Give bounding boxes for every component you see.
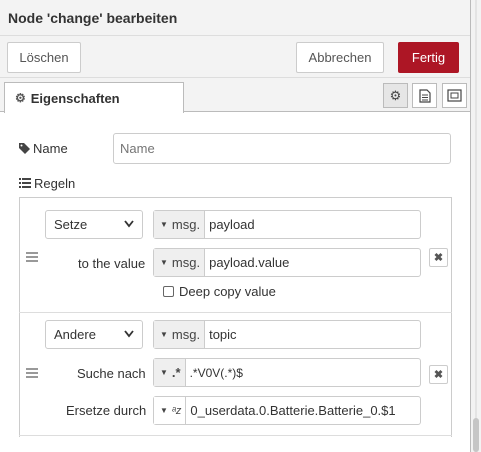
rule-1-value-label: to the value [78,256,146,271]
rule-2-search-type: .* [171,365,181,380]
caret-down-icon: ▼ [160,406,168,415]
rule-1-target-type: msg. [171,217,201,232]
caret-down-icon: ▼ [160,220,168,229]
gear-icon: ⚙ [389,87,402,103]
close-icon: ✖ [433,369,444,381]
rule-1-delete-button[interactable]: ✖ [429,248,448,267]
rule-2-action-select[interactable]: Andere [45,320,143,349]
rule-2-target-type: msg. [171,327,201,342]
tray-toolbar: Löschen Abbrechen Fertig [0,36,470,78]
rule-2-target-value: topic [209,327,237,342]
description-icon [418,88,431,103]
tab-properties[interactable]: ⚙ Eigenschaften [4,82,184,113]
rule-2-target-input[interactable]: ▼ msg. topic [153,320,421,349]
rule-2-replace-type-button[interactable]: ▼ ᵃz [154,397,187,424]
rule-1-deep-copy-label: Deep copy value [179,284,276,299]
rule-2-search-input[interactable]: ▼ .* .*V0V(.*)$ [153,358,421,387]
chevron-down-icon [124,330,134,338]
tab-properties-label: Eigenschaften [30,90,120,106]
rule-2-search-value: .*V0V(.*)$ [189,365,243,380]
done-button[interactable]: Fertig [398,42,459,73]
rule-1-value-type-button[interactable]: ▼ msg. [154,249,206,276]
caret-down-icon: ▼ [160,330,168,339]
scrollbar-thumb[interactable] [473,418,479,452]
rule-1-target-value: payload [209,217,255,232]
tab-appearance[interactable] [442,83,467,108]
tag-icon [19,143,30,154]
rule-2-search-type-button[interactable]: ▼ .* [154,359,186,386]
rule-2-target-type-button[interactable]: ▼ msg. [154,321,206,348]
chevron-down-icon [124,220,134,228]
rule-divider [19,312,452,313]
caret-down-icon: ▼ [160,368,168,377]
delete-button[interactable]: Löschen [7,42,81,73]
rule-1-target-type-button[interactable]: ▼ msg. [154,211,206,238]
rule-1-action-value: Setze [54,217,88,232]
gear-icon: ⚙ [15,91,26,105]
drag-handle-icon[interactable] [26,368,38,378]
rule-1-value-value: payload.value [209,255,290,270]
rule-divider [19,435,452,436]
tab-description[interactable] [412,83,437,108]
string-type-icon: ᵃz [171,404,182,417]
rule-2-replace-input[interactable]: ▼ ᵃz 0_userdata.0.Batterie.Batterie_0.$1 [153,396,421,425]
rule-1-value-type: msg. [171,255,201,270]
rule-2-search-label: Suche nach [77,366,146,381]
list-icon [19,178,31,188]
rules-label: Regeln [34,176,76,191]
name-label: Name [33,141,68,156]
drag-handle-icon[interactable] [26,252,38,262]
caret-down-icon: ▼ [160,258,168,267]
tab-properties-icon[interactable]: ⚙ [383,83,408,108]
tray-title: Node 'change' bearbeiten [8,10,178,26]
rule-1-deep-copy-checkbox[interactable] [163,286,174,297]
close-icon: ✖ [433,252,444,264]
rule-2-delete-button[interactable]: ✖ [429,365,448,384]
rule-2-replace-label: Ersetze durch [66,403,147,418]
name-label-group: Name [19,141,68,156]
cancel-button[interactable]: Abbrechen [296,42,384,73]
appearance-icon [447,89,462,102]
name-input[interactable] [113,133,451,164]
rule-2-replace-value: 0_userdata.0.Batterie.Batterie_0.$1 [190,403,396,418]
scrollbar[interactable] [471,0,481,452]
rule-1-target-input[interactable]: ▼ msg. payload [153,210,421,239]
rule-1-action-select[interactable]: Setze [45,210,143,239]
rules-label-group: Regeln [19,176,75,191]
rule-1-value-input[interactable]: ▼ msg. payload.value [153,248,421,277]
edit-tray: Node 'change' bearbeiten Löschen Abbrech… [0,0,471,452]
rule-2-action-value: Andere [54,327,96,342]
tray-header: Node 'change' bearbeiten [0,0,470,36]
